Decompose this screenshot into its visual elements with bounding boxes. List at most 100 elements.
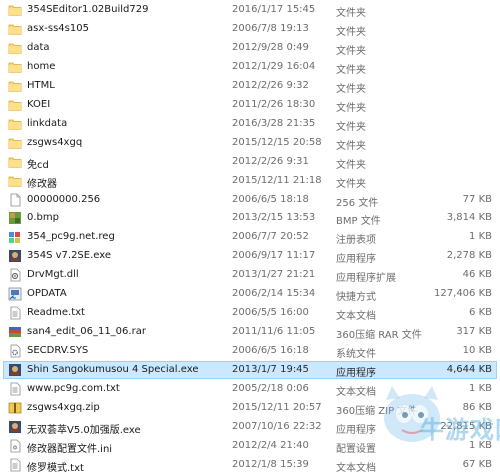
file-size: 3,814 KB [446, 212, 492, 224]
file-row[interactable]: KOEI 2011/2/26 18:30 文件夹 [3, 96, 497, 114]
file-type: 文件夹 [336, 121, 366, 133]
file-type: 快捷方式 [336, 292, 376, 304]
file-date-modified: 2015/12/15 20:58 [232, 136, 322, 148]
file-name: zsgws4xgq.zip [27, 401, 100, 413]
file-name: linkdata [27, 117, 68, 129]
file-date-modified: 2006/7/7 20:52 [232, 231, 309, 243]
file-date-modified: 2015/12/11 20:57 [232, 401, 322, 413]
file-row[interactable]: 00000000.256 2006/6/5 18:18 256 文件 77 KB [3, 191, 497, 209]
file-date-modified: 2006/6/5 18:18 [232, 193, 309, 205]
file-row[interactable]: 修罗模式.txt 2012/1/8 15:39 文本文档 67 KB [3, 456, 497, 474]
file-row[interactable]: HTML 2012/2/26 9:32 文件夹 [3, 77, 497, 95]
registry-file-icon [8, 230, 22, 244]
file-size: 317 KB [456, 326, 492, 338]
file-type: 应用程序 [336, 368, 376, 380]
shortcut-icon [8, 287, 22, 301]
file-name: 354SEditor1.02Build729 [27, 4, 149, 15]
file-name: 修改器 [27, 178, 57, 190]
file-type: BMP 文件 [336, 216, 381, 228]
file-date-modified: 2016/3/28 21:35 [232, 117, 316, 129]
file-date-modified: 2006/9/17 11:17 [232, 250, 316, 262]
file-date-modified: 2006/6/5 16:18 [232, 345, 309, 357]
file-type: 文件夹 [336, 8, 366, 19]
file-type: 360压缩 RAR 文件 [336, 330, 422, 342]
file-name: 免cd [27, 159, 49, 171]
file-row[interactable]: DrvMgt.dll 2013/1/27 21:21 应用程序扩展 46 KB [3, 266, 497, 284]
ini-config-icon [8, 439, 22, 453]
file-row[interactable]: Readme.txt 2006/5/5 16:00 文本文档 6 KB [3, 304, 497, 322]
file-name: DrvMgt.dll [27, 269, 79, 281]
text-file-icon [8, 458, 22, 472]
file-name: KOEI [27, 98, 51, 110]
file-size: 6 KB [469, 307, 492, 319]
exe-app-icon [8, 363, 22, 377]
file-row[interactable]: 修改器 2015/12/11 21:18 文件夹 [3, 172, 497, 190]
file-row[interactable]: home 2012/1/29 16:04 文件夹 [3, 58, 497, 76]
file-date-modified: 2005/2/18 0:06 [232, 383, 309, 394]
file-row[interactable]: 免cd 2012/2/26 9:31 文件夹 [3, 153, 497, 171]
folder-icon [8, 3, 22, 17]
file-size: 127,406 KB [434, 288, 492, 300]
file-size: 1 KB [469, 231, 492, 243]
file-type: 应用程序 [336, 424, 376, 436]
file-row[interactable]: zsgws4xgq 2015/12/15 20:58 文件夹 [3, 134, 497, 152]
file-name: 0.bmp [27, 212, 59, 224]
file-type: 文件夹 [336, 45, 366, 57]
file-date-modified: 2013/1/7 19:45 [232, 364, 309, 376]
file-name: 修罗模式.txt [27, 462, 84, 474]
file-date-modified: 2013/1/27 21:21 [232, 269, 316, 281]
file-type: 文本文档 [336, 462, 376, 474]
file-date-modified: 2006/5/5 16:00 [232, 307, 309, 319]
file-type: 文件夹 [336, 102, 366, 114]
file-date-modified: 2016/1/17 15:45 [232, 4, 316, 15]
bmp-image-icon [8, 211, 22, 225]
file-row[interactable]: OPDATA 2006/2/14 15:34 快捷方式 127,406 KB [3, 285, 497, 303]
file-date-modified: 2012/2/4 21:40 [232, 439, 309, 451]
file-name: SECDRV.SYS [27, 345, 89, 357]
file-type: 文件夹 [336, 178, 366, 190]
file-row[interactable]: 354SEditor1.02Build729 2016/1/17 15:45 文件夹 [3, 1, 497, 19]
file-name: HTML [27, 79, 55, 91]
file-type: 系统文件 [336, 349, 376, 361]
file-name: OPDATA [27, 288, 67, 300]
file-row[interactable]: san4_edit_06_11_06.rar 2011/11/6 11:05 360… [3, 323, 497, 341]
text-file-icon [8, 382, 22, 396]
file-date-modified: 2012/9/28 0:49 [232, 41, 309, 53]
file-row[interactable]: data 2012/9/28 0:49 文件夹 [3, 39, 497, 57]
file-date-modified: 2006/2/14 15:34 [232, 288, 316, 300]
file-row[interactable]: 354_pc9g.net.reg 2006/7/7 20:52 注册表项 1 KB [3, 228, 497, 246]
folder-icon [8, 174, 22, 188]
file-date-modified: 2012/1/29 16:04 [232, 60, 316, 72]
file-date-modified: 2015/12/11 21:18 [232, 174, 322, 186]
zip-archive-icon [8, 401, 22, 415]
system-file-icon [8, 344, 22, 358]
file-type: 文件夹 [336, 140, 366, 152]
file-name: asx-ss4s105 [27, 22, 89, 34]
file-name: 354_pc9g.net.reg [27, 231, 115, 243]
folder-icon [8, 155, 22, 169]
file-row[interactable]: asx-ss4s105 2006/7/8 19:13 文件夹 [3, 20, 497, 38]
file-size: 4,644 KB [446, 364, 492, 376]
file-name: san4_edit_06_11_06.rar [27, 326, 146, 338]
file-date-modified: 2012/1/8 15:39 [232, 458, 309, 470]
file-name: home [27, 60, 56, 72]
file-row[interactable]: 0.bmp 2013/2/15 13:53 BMP 文件 3,814 KB [3, 209, 497, 227]
file-type: 注册表项 [336, 235, 376, 247]
file-name: data [27, 41, 50, 53]
file-type: 文件夹 [336, 26, 366, 38]
file-row[interactable]: 354S v7.2SE.exe 2006/9/17 11:17 应用程序 2,278 … [3, 247, 497, 265]
rar-archive-icon [8, 325, 22, 339]
file-row[interactable]: SECDRV.SYS 2006/6/5 16:18 系统文件 10 KB [3, 342, 497, 360]
file-size: 67 KB [462, 458, 492, 470]
folder-icon [8, 41, 22, 55]
file-row[interactable]: Shin Sangokumusou 4 Special.exe 2013/1/7 … [3, 361, 497, 380]
file-name: zsgws4xgq [27, 136, 83, 148]
file-row[interactable]: linkdata 2016/3/28 21:35 文件夹 [3, 115, 497, 133]
file-type: 文本文档 [336, 311, 376, 323]
folder-icon [8, 79, 22, 93]
file-date-modified: 2013/2/15 13:53 [232, 212, 316, 224]
file-name: Readme.txt [27, 307, 85, 319]
blank-file-icon [8, 193, 22, 207]
watermark-text: 牛游戏网 [420, 416, 500, 444]
file-date-modified: 2007/10/16 22:32 [232, 420, 322, 432]
